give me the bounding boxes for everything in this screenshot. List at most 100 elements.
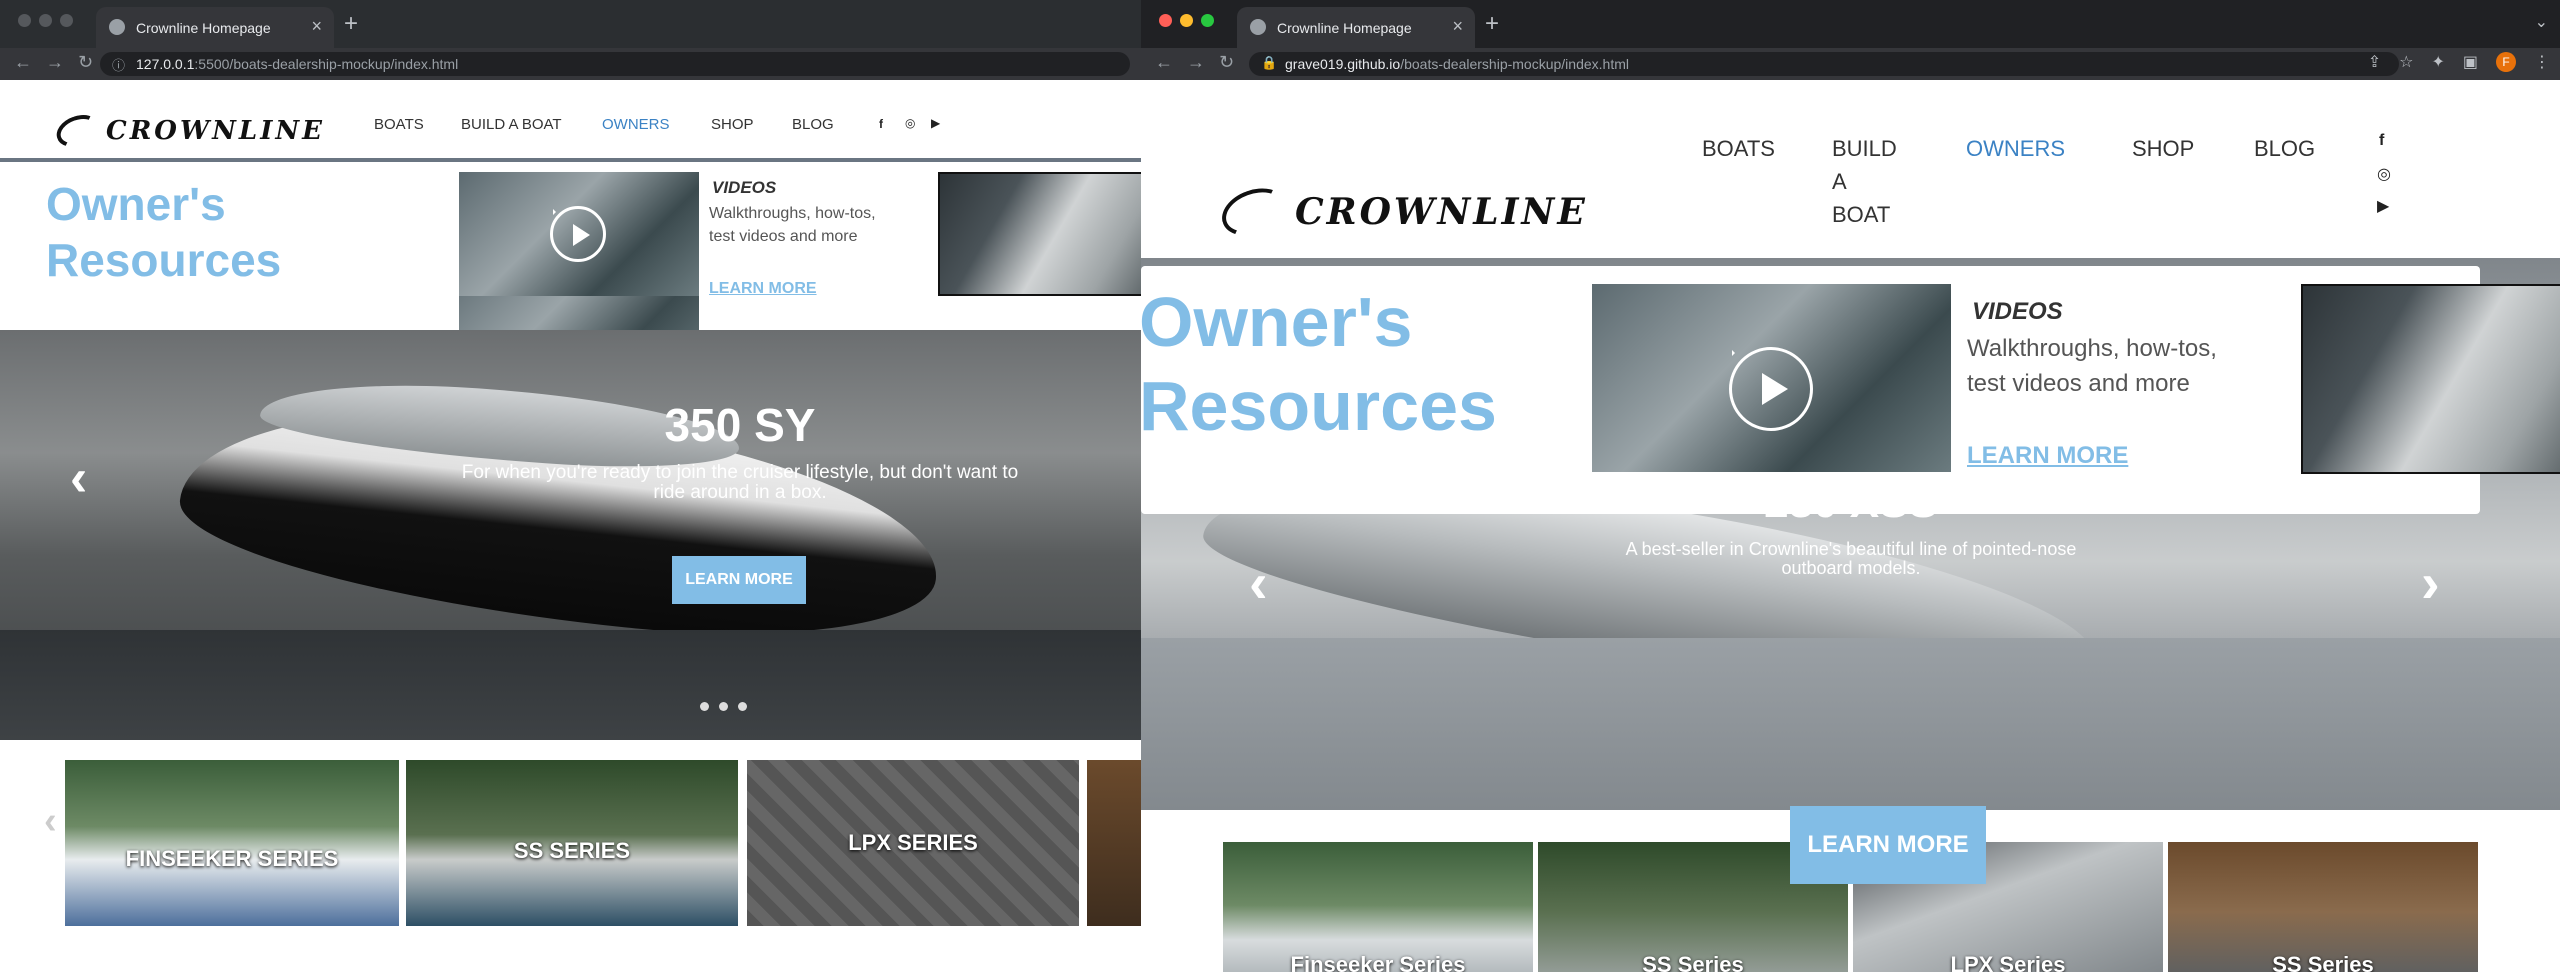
page-viewport: CROWNLINE BOATS BUILD A BOAT OWNERS SHOP… [1141, 80, 2560, 972]
play-icon[interactable] [550, 206, 606, 262]
close-window-button[interactable] [18, 14, 31, 27]
browser-tools: ⇪ ☆ ✦ ▣ F ⋮ [2368, 52, 2550, 72]
secondary-video-thumbnail[interactable] [938, 172, 1141, 296]
videos-learn-more-link[interactable]: LEARN MORE [709, 280, 817, 298]
hero-carousel: 350 SY For when you're ready to join the… [0, 330, 1141, 740]
nav-shop[interactable]: SHOP [2132, 132, 2194, 165]
crownline-logo[interactable]: CROWNLINE [1215, 180, 1588, 244]
profile-avatar[interactable]: F [2496, 52, 2516, 72]
site-header: CROWNLINE BOATS BUILD A BOAT OWNERS SHOP… [0, 80, 1141, 162]
nav-owners[interactable]: OWNERS [1966, 132, 2065, 165]
hero-learn-more-button[interactable]: LEARN MORE [672, 556, 806, 604]
nav-blog[interactable]: BLOG [792, 116, 834, 133]
zoom-window-button[interactable] [1201, 14, 1214, 27]
nav-owners[interactable]: OWNERS [602, 116, 670, 133]
series-card-ss-2[interactable]: SS Series [2168, 842, 2478, 972]
nav-build-a-boat[interactable]: BUILD A BOAT [461, 116, 562, 133]
videos-learn-more-link[interactable]: LEARN MORE [1967, 442, 2128, 470]
series-section: ‹ FINSEEKER SERIES SS SERIES LPX SERIES [0, 740, 1141, 972]
series-card-ss[interactable]: SS SERIES [406, 760, 738, 926]
back-arrow-icon[interactable]: ← [14, 52, 32, 73]
hero-water [0, 630, 1141, 740]
forward-arrow-icon[interactable]: → [1187, 52, 1205, 73]
series-card-finseeker[interactable]: FINSEEKER SERIES [65, 760, 399, 926]
carousel-dot[interactable] [719, 702, 728, 711]
address-bar[interactable]: 🔒 grave019.github.io/boats-dealership-mo… [1249, 52, 2399, 76]
globe-icon [109, 19, 125, 35]
close-tab-icon[interactable]: × [1452, 16, 1463, 37]
new-tab-button[interactable]: + [1485, 10, 1499, 38]
forward-arrow-icon[interactable]: → [46, 52, 64, 73]
lock-icon: 🔒 [1261, 55, 1278, 70]
secondary-video-thumbnail[interactable] [2301, 284, 2560, 474]
carousel-dot[interactable] [738, 702, 747, 711]
minimize-window-button[interactable] [39, 14, 52, 27]
nav-shop[interactable]: SHOP [711, 116, 754, 133]
close-window-button[interactable] [1159, 14, 1172, 27]
nav-boats[interactable]: BOATS [1702, 132, 1775, 165]
instagram-icon[interactable]: ◎ [2377, 164, 2391, 184]
browser-tab[interactable]: Crownline Homepage × [1237, 7, 1475, 48]
new-tab-button[interactable]: + [344, 10, 358, 38]
reload-icon[interactable]: ↻ [78, 52, 93, 73]
facebook-icon[interactable]: f [2379, 132, 2384, 150]
url-host: grave019.github.io [1285, 56, 1401, 72]
series-card-finseeker[interactable]: Finseeker Series [1223, 842, 1533, 972]
nav-boats[interactable]: BOATS [374, 116, 424, 133]
hero-subtitle: For when you're ready to join the cruise… [461, 462, 1019, 503]
nav-blog[interactable]: BLOG [2254, 132, 2315, 165]
series-card-lpx[interactable]: LPX SERIES [747, 760, 1079, 926]
owners-resources-section: Owner's Resources VIDEOS Walkthroughs, h… [0, 166, 1141, 382]
crownline-logo[interactable]: CROWNLINE [52, 109, 325, 153]
url-host: 127.0.0.1 [136, 56, 195, 72]
instagram-icon[interactable]: ◎ [905, 116, 915, 130]
window-controls [18, 14, 73, 27]
nav-build-a-boat[interactable]: BUILD A BOAT [1832, 132, 1897, 231]
close-tab-icon[interactable]: × [311, 16, 322, 37]
carousel-prev-button[interactable]: ‹ [1249, 550, 1268, 615]
series-card-label: SS Series [1642, 952, 1744, 972]
globe-icon [1250, 19, 1266, 35]
browser-tab[interactable]: Crownline Homepage × [96, 7, 334, 48]
series-prev-button[interactable]: ‹ [44, 800, 57, 843]
carousel-next-button[interactable]: › [2421, 550, 2440, 615]
url-path: /boats-dealership-mockup/index.html [1400, 56, 1629, 72]
promo-title-line-1: Owner's [1141, 283, 1413, 361]
video-thumbnail-image[interactable] [1592, 284, 1951, 472]
zoom-window-button[interactable] [60, 14, 73, 27]
series-card-partial[interactable] [1087, 760, 1141, 926]
videos-heading: VIDEOS [712, 178, 777, 197]
star-icon[interactable]: ☆ [2399, 52, 2413, 72]
learn-more-button[interactable]: LEARN MORE [1790, 806, 1986, 884]
youtube-icon[interactable]: ▶ [931, 116, 940, 130]
facebook-icon[interactable]: f [879, 117, 883, 131]
carousel-prev-button[interactable]: ‹ [70, 448, 87, 508]
info-icon: ⓘ [112, 58, 126, 73]
series-card-label: FINSEEKER SERIES [125, 846, 339, 871]
hero-title: 350 SY [664, 399, 816, 451]
minimize-window-button[interactable] [1180, 14, 1193, 27]
logo-text: CROWNLINE [106, 116, 325, 146]
video-thumbnail-image[interactable] [459, 172, 699, 296]
logo-swoosh-icon [52, 109, 104, 153]
series-card-label: LPX SERIES [848, 830, 978, 855]
series-card-label: Finseeker Series [1290, 952, 1466, 972]
series-card-label: SS Series [2272, 952, 2374, 972]
back-arrow-icon[interactable]: ← [1155, 52, 1173, 73]
carousel-dot[interactable] [700, 702, 709, 711]
sidebar-icon[interactable]: ▣ [2463, 52, 2478, 72]
series-card-label: LPX Series [1950, 952, 2066, 972]
promo-title-line-2: Resources [1141, 367, 1497, 445]
share-icon[interactable]: ⇪ [2368, 52, 2381, 72]
logo-text: CROWNLINE [1295, 191, 1588, 233]
menu-icon[interactable]: ⋮ [2534, 52, 2550, 72]
address-bar[interactable]: ⓘ 127.0.0.1:5500/boats-dealership-mockup… [100, 52, 1130, 76]
extensions-icon[interactable]: ✦ [2431, 52, 2444, 72]
reload-icon[interactable]: ↻ [1219, 52, 1234, 73]
youtube-icon[interactable]: ▶ [2377, 196, 2389, 216]
chevron-down-icon[interactable]: ⌄ [2535, 12, 2548, 32]
play-icon[interactable] [1729, 347, 1813, 431]
promo-title-line-2: Resources [46, 234, 282, 286]
tab-title: Crownline Homepage [1277, 19, 1412, 36]
play-triangle [1762, 372, 1789, 405]
